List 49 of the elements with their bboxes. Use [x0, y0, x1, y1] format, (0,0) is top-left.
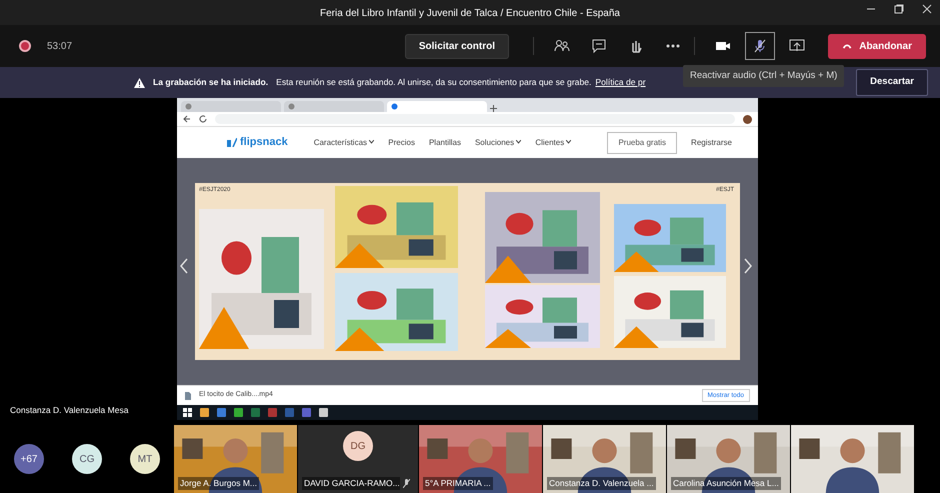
privacy-link[interactable]: Política de pr — [595, 76, 646, 89]
nav-link[interactable]: Precios — [388, 136, 415, 148]
reload-icon[interactable] — [199, 115, 207, 123]
nav-link[interactable]: Características — [314, 136, 374, 148]
dismiss-button[interactable]: Descartar — [856, 69, 928, 96]
muted-mic-icon — [403, 479, 410, 488]
participant-avatar: MT — [130, 444, 160, 474]
globe-icon — [391, 103, 398, 110]
chat-icon[interactable] — [591, 38, 607, 54]
tooltip: Reactivar audio (Ctrl + Mayús + M) — [683, 65, 844, 88]
file-icon — [185, 392, 191, 400]
notice-title: La grabación se ha iniciado. — [153, 76, 268, 89]
next-icon[interactable] — [744, 258, 752, 274]
participant-avatar: CG — [72, 444, 102, 474]
call-timer: 53:07 — [47, 40, 72, 54]
logo-text: flipsnack — [240, 135, 288, 150]
warning-icon — [134, 78, 145, 88]
window-title: Feria del Libro Infantil y Juvenil de Talca / Encuentro Chile - España — [319, 7, 621, 21]
leave-button[interactable]: Abandonar — [828, 34, 926, 58]
participant-avatar: DG — [343, 431, 373, 461]
participant-avatar: +67 — [14, 444, 44, 474]
trial-button[interactable]: Prueba gratis — [607, 132, 678, 154]
notice-text: Esta reunión se está grabando. Al unirse, da su consentimiento para que se grabe. — [276, 76, 592, 89]
mic-button[interactable] — [745, 32, 775, 60]
share-screen-icon[interactable] — [789, 38, 805, 54]
participant-name: 5°A PRIMARIA ... — [423, 477, 493, 490]
close-icon[interactable] — [922, 4, 932, 14]
previous-icon[interactable] — [180, 258, 188, 274]
globe-icon — [185, 103, 192, 110]
participant-name: Jorge A. Burgos M... — [178, 477, 260, 490]
muted-mic-icon — [752, 38, 768, 54]
participant-name: DAVID GARCIA-RAMO... — [302, 477, 400, 490]
maximize-icon[interactable] — [894, 4, 904, 14]
hang-up-icon — [842, 42, 852, 50]
nav-link[interactable]: Plantillas — [428, 136, 461, 148]
presenter-name: Constanza D. Valenzuela Mesa — [10, 404, 128, 417]
nav-link[interactable]: Clientes — [535, 136, 572, 148]
back-icon[interactable] — [183, 115, 191, 123]
new-tab-icon[interactable] — [490, 105, 497, 112]
nav-link[interactable]: Soluciones — [474, 136, 522, 148]
register-link[interactable]: Registrarse — [691, 136, 732, 148]
logo-icon — [227, 138, 237, 147]
browser-tab[interactable] — [387, 101, 487, 112]
avatar-icon[interactable] — [743, 114, 752, 124]
participant-name: Carolina Asunción Mesa L... — [671, 477, 781, 490]
globe-icon — [288, 103, 295, 110]
request-control-button[interactable]: Solicitar control — [404, 34, 509, 58]
windows-icon[interactable] — [183, 408, 192, 417]
people-icon[interactable] — [554, 38, 570, 54]
